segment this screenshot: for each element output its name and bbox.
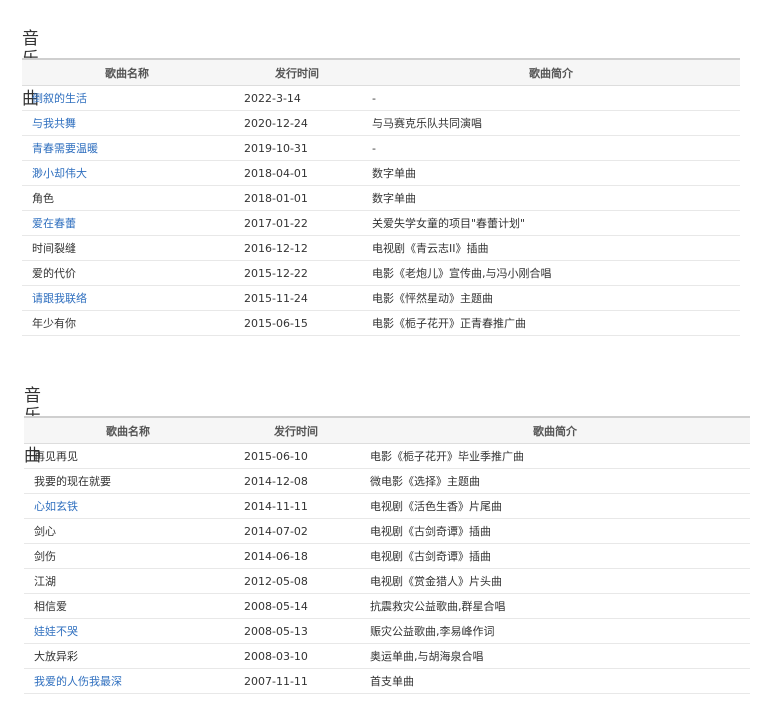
table-row: 心如玄铁 2014-11-11 电视剧《活色生香》片尾曲: [24, 493, 750, 519]
song-name: 相信爱: [24, 593, 232, 619]
song-intro: 首支单曲: [360, 668, 750, 694]
song-name: 年少有你: [22, 310, 232, 336]
table-header-row: 歌曲名称 发行时间 歌曲简介: [24, 416, 750, 444]
song-intro: -: [362, 135, 740, 161]
song-name-link[interactable]: 爱在春蕾: [22, 210, 232, 236]
release-date: 2008-03-10: [232, 643, 360, 669]
table-row: 爱在春蕾 2017-01-22 关爱失学女童的项目"春蕾计划": [22, 210, 740, 236]
release-date: 2019-10-31: [232, 135, 362, 161]
table-row: 娃娃不哭 2008-05-13 赈灾公益歌曲,李易峰作词: [24, 618, 750, 644]
song-intro: 电视剧《古剑奇谭》插曲: [360, 543, 750, 569]
table-row: 我要的现在就要 2014-12-08 微电影《选择》主题曲: [24, 468, 750, 494]
song-intro: 微电影《选择》主题曲: [360, 468, 750, 494]
song-intro: 数字单曲: [362, 160, 740, 186]
song-name: 再见再见: [24, 443, 232, 469]
table-row: 倒叙的生活 2022-3-14-: [22, 85, 740, 111]
column-header-song-name: 歌曲名称: [24, 416, 232, 444]
song-name-link[interactable]: 心如玄铁: [24, 493, 232, 519]
song-intro: 抗震救灾公益歌曲,群星合唱: [360, 593, 750, 619]
table-row: 年少有你 2015-06-15 电影《栀子花开》正青春推广曲: [22, 310, 740, 336]
column-header-release-date: 发行时间: [232, 58, 362, 86]
release-date: 2014-11-11: [232, 493, 360, 519]
table-row: 我爱的人伤我最深 2007-11-11 首支单曲: [24, 668, 750, 694]
table-row: 剑心 2014-07-02 电视剧《古剑奇谭》插曲: [24, 518, 750, 544]
release-date: 2008-05-14: [232, 593, 360, 619]
song-name: 我要的现在就要: [24, 468, 232, 494]
table-row: 相信爱 2008-05-14 抗震救灾公益歌曲,群星合唱: [24, 593, 750, 619]
release-date: 2014-07-02: [232, 518, 360, 544]
song-name-link[interactable]: 娃娃不哭: [24, 618, 232, 644]
table-row: 渺小却伟大 2018-04-01 数字单曲: [22, 160, 740, 186]
song-intro: 关爱失学女童的项目"春蕾计划": [362, 210, 740, 236]
table-row: 大放异彩 2008-03-10 奥运单曲,与胡海泉合唱: [24, 643, 750, 669]
song-name: 爱的代价: [22, 260, 232, 286]
table-row: 江湖 2012-05-08 电视剧《赏金猎人》片头曲: [24, 568, 750, 594]
song-intro: -: [362, 85, 740, 111]
song-intro: 电视剧《活色生香》片尾曲: [360, 493, 750, 519]
release-date: 2008-05-13: [232, 618, 360, 644]
song-name-link[interactable]: 请跟我联络: [22, 285, 232, 311]
song-name: 时间裂缝: [22, 235, 232, 261]
column-header-song-name: 歌曲名称: [22, 58, 232, 86]
release-date: 2018-01-01: [232, 185, 362, 211]
column-header-song-intro: 歌曲简介: [360, 416, 750, 444]
table-row: 时间裂缝 2016-12-12 电视剧《青云志II》插曲: [22, 235, 740, 261]
column-header-release-date: 发行时间: [232, 416, 360, 444]
table-row: 角色 2018-01-01 数字单曲: [22, 185, 740, 211]
release-date: 2016-12-12: [232, 235, 362, 261]
song-intro: 电视剧《赏金猎人》片头曲: [360, 568, 750, 594]
song-intro: 与马赛克乐队共同演唱: [362, 110, 740, 136]
song-intro: 电影《老炮儿》宣传曲,与冯小刚合唱: [362, 260, 740, 286]
table-row: 剑伤 2014-06-18 电视剧《古剑奇谭》插曲: [24, 543, 750, 569]
song-intro: 电视剧《青云志II》插曲: [362, 235, 740, 261]
release-date: 2022-3-14: [232, 85, 362, 111]
release-date: 2012-05-08: [232, 568, 360, 594]
table-row: 与我共舞 2020-12-24 与马赛克乐队共同演唱: [22, 110, 740, 136]
songs-table: 歌曲名称 发行时间 歌曲简介 倒叙的生活 2022-3-14- 与我共舞 2020-1…: [22, 58, 740, 336]
song-name-link[interactable]: 青春需要温暖: [22, 135, 232, 161]
songs-table: 歌曲名称 发行时间 歌曲简介 再见再见 2015-06-10 电影《栀子花开》毕业季…: [24, 416, 750, 694]
song-intro: 电视剧《古剑奇谭》插曲: [360, 518, 750, 544]
table-header-row: 歌曲名称 发行时间 歌曲简介: [22, 58, 740, 86]
table-row: 请跟我联络 2015-11-24 电影《怦然星动》主题曲: [22, 285, 740, 311]
song-intro: 赈灾公益歌曲,李易峰作词: [360, 618, 750, 644]
song-name: 江湖: [24, 568, 232, 594]
song-name-link[interactable]: 与我共舞: [22, 110, 232, 136]
song-intro: 奥运单曲,与胡海泉合唱: [360, 643, 750, 669]
release-date: 2015-12-22: [232, 260, 362, 286]
release-date: 2015-06-15: [232, 310, 362, 336]
release-date: 2020-12-24: [232, 110, 362, 136]
release-date: 2014-06-18: [232, 543, 360, 569]
release-date: 2017-01-22: [232, 210, 362, 236]
release-date: 2015-11-24: [232, 285, 362, 311]
song-name-link[interactable]: 我爱的人伤我最深: [24, 668, 232, 694]
column-header-song-intro: 歌曲简介: [362, 58, 740, 86]
table-row: 青春需要温暖 2019-10-31-: [22, 135, 740, 161]
release-date: 2014-12-08: [232, 468, 360, 494]
song-name: 大放异彩: [24, 643, 232, 669]
table-row: 再见再见 2015-06-10 电影《栀子花开》毕业季推广曲: [24, 443, 750, 469]
table-row: 爱的代价 2015-12-22 电影《老炮儿》宣传曲,与冯小刚合唱: [22, 260, 740, 286]
song-name: 剑伤: [24, 543, 232, 569]
release-date: 2007-11-11: [232, 668, 360, 694]
song-intro: 电影《栀子花开》毕业季推广曲: [360, 443, 750, 469]
release-date: 2015-06-10: [232, 443, 360, 469]
song-name-link[interactable]: 渺小却伟大: [22, 160, 232, 186]
song-name: 角色: [22, 185, 232, 211]
song-intro: 电影《栀子花开》正青春推广曲: [362, 310, 740, 336]
song-name: 剑心: [24, 518, 232, 544]
song-name-link[interactable]: 倒叙的生活: [22, 85, 232, 111]
song-intro: 数字单曲: [362, 185, 740, 211]
song-intro: 电影《怦然星动》主题曲: [362, 285, 740, 311]
release-date: 2018-04-01: [232, 160, 362, 186]
